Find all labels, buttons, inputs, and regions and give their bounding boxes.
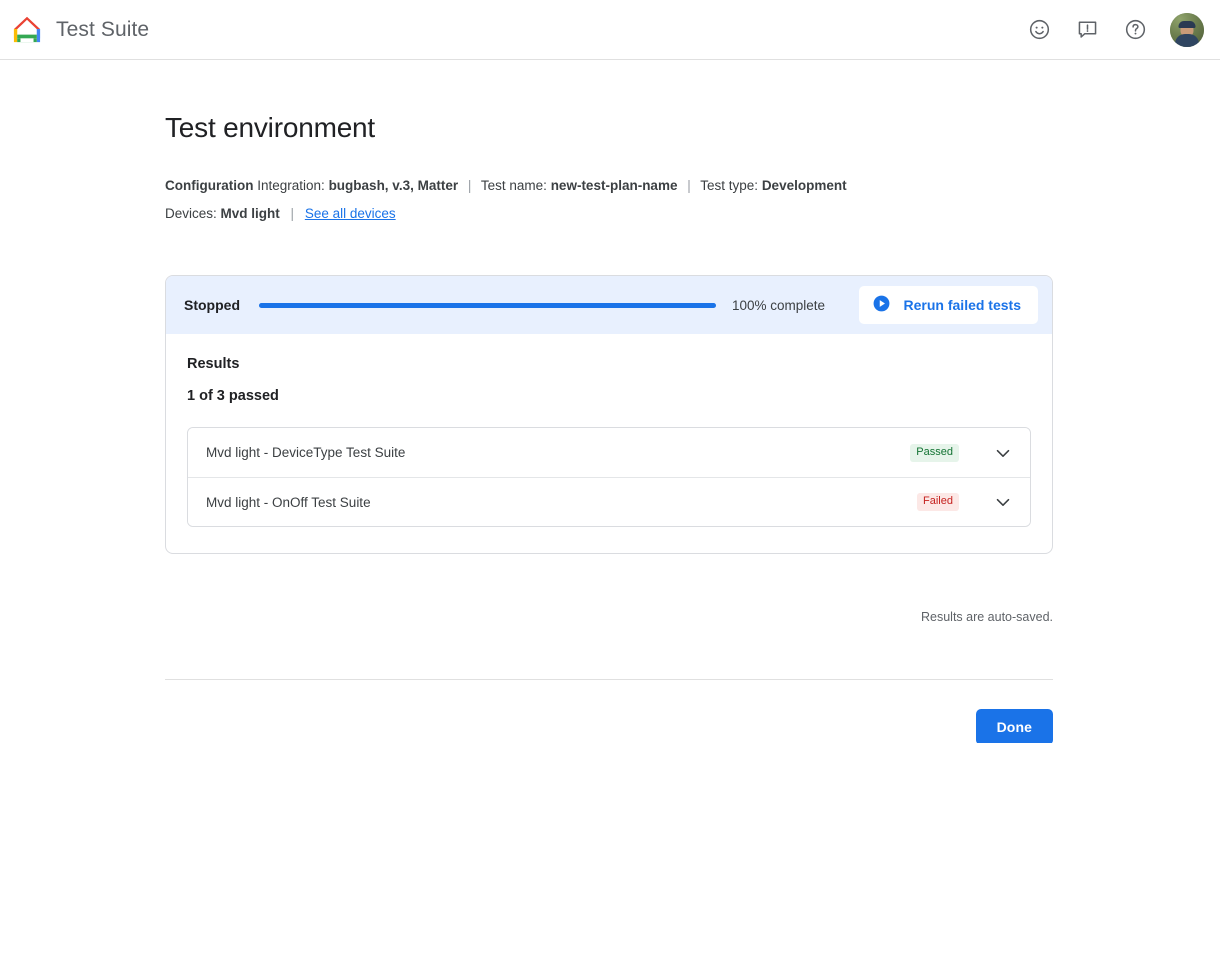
devices-line: Devices: Mvd light | See all devices [165,206,1053,221]
avatar[interactable] [1170,13,1204,47]
app-title: Test Suite [56,18,149,42]
done-button[interactable]: Done [976,709,1053,743]
expand-chevron-down-icon[interactable] [988,438,1018,468]
progress-text: 100% complete [732,298,825,313]
play-circle-icon [872,294,891,316]
test-suite-name: Mvd light - OnOff Test Suite [206,495,917,510]
page-title: Test environment [165,60,1053,144]
see-all-devices-link[interactable]: See all devices [305,206,396,221]
rerun-failed-tests-button[interactable]: Rerun failed tests [859,286,1038,324]
status-banner: Stopped 100% complete Rerun failed tests [166,276,1052,334]
results-heading: Results [187,356,1031,372]
report-issue-icon[interactable] [1070,13,1104,47]
run-state-label: Stopped [184,297,240,313]
rerun-failed-tests-label: Rerun failed tests [904,297,1021,313]
brand[interactable]: Test Suite [12,16,149,44]
integration-key: Integration: [257,178,325,193]
config-separator-2: | [681,178,697,193]
header-actions [1022,13,1204,47]
test-type-key: Test type: [700,178,758,193]
devices-separator: | [284,206,302,221]
test-type-value: Development [762,178,847,193]
devices-key: Devices: [165,206,217,221]
footer-divider [165,679,1053,680]
devices-value: Mvd light [221,206,280,221]
app-header: Test Suite [0,0,1220,60]
expand-chevron-down-icon[interactable] [988,487,1018,517]
test-suite-list: Mvd light - DeviceType Test SuitePassedM… [187,427,1031,527]
configuration-label: Configuration [165,178,253,193]
integration-value: bugbash, v.3, Matter [329,178,459,193]
results-card: Stopped 100% complete Rerun failed tests [165,275,1053,554]
test-suite-name: Mvd light - DeviceType Test Suite [206,445,910,460]
test-name-value: new-test-plan-name [551,178,678,193]
test-suite-row[interactable]: Mvd light - DeviceType Test SuitePassed [188,428,1030,477]
config-separator-1: | [462,178,478,193]
feedback-icon[interactable] [1022,13,1056,47]
avatar-hat [1179,21,1196,28]
google-home-logo-icon [12,16,42,44]
help-icon[interactable] [1118,13,1152,47]
results-body: Results 1 of 3 passed Mvd light - Device… [166,334,1052,553]
configuration-line: Configuration Integration: bugbash, v.3,… [165,177,1053,195]
progress-bar [259,303,716,308]
content-inner: Test environment Configuration Integrati… [165,60,1053,743]
test-suite-row[interactable]: Mvd light - OnOff Test SuiteFailed [188,477,1030,526]
status-badge: Passed [910,444,959,462]
footer-actions: Done [165,709,1053,743]
autosave-note: Results are auto-saved. [165,610,1053,624]
test-name-key: Test name: [481,178,547,193]
progress-bar-fill [259,303,716,308]
results-summary: 1 of 3 passed [187,388,1031,404]
status-badge: Failed [917,493,959,511]
main-content: Test environment Configuration Integrati… [0,60,1220,743]
avatar-body [1175,34,1199,47]
